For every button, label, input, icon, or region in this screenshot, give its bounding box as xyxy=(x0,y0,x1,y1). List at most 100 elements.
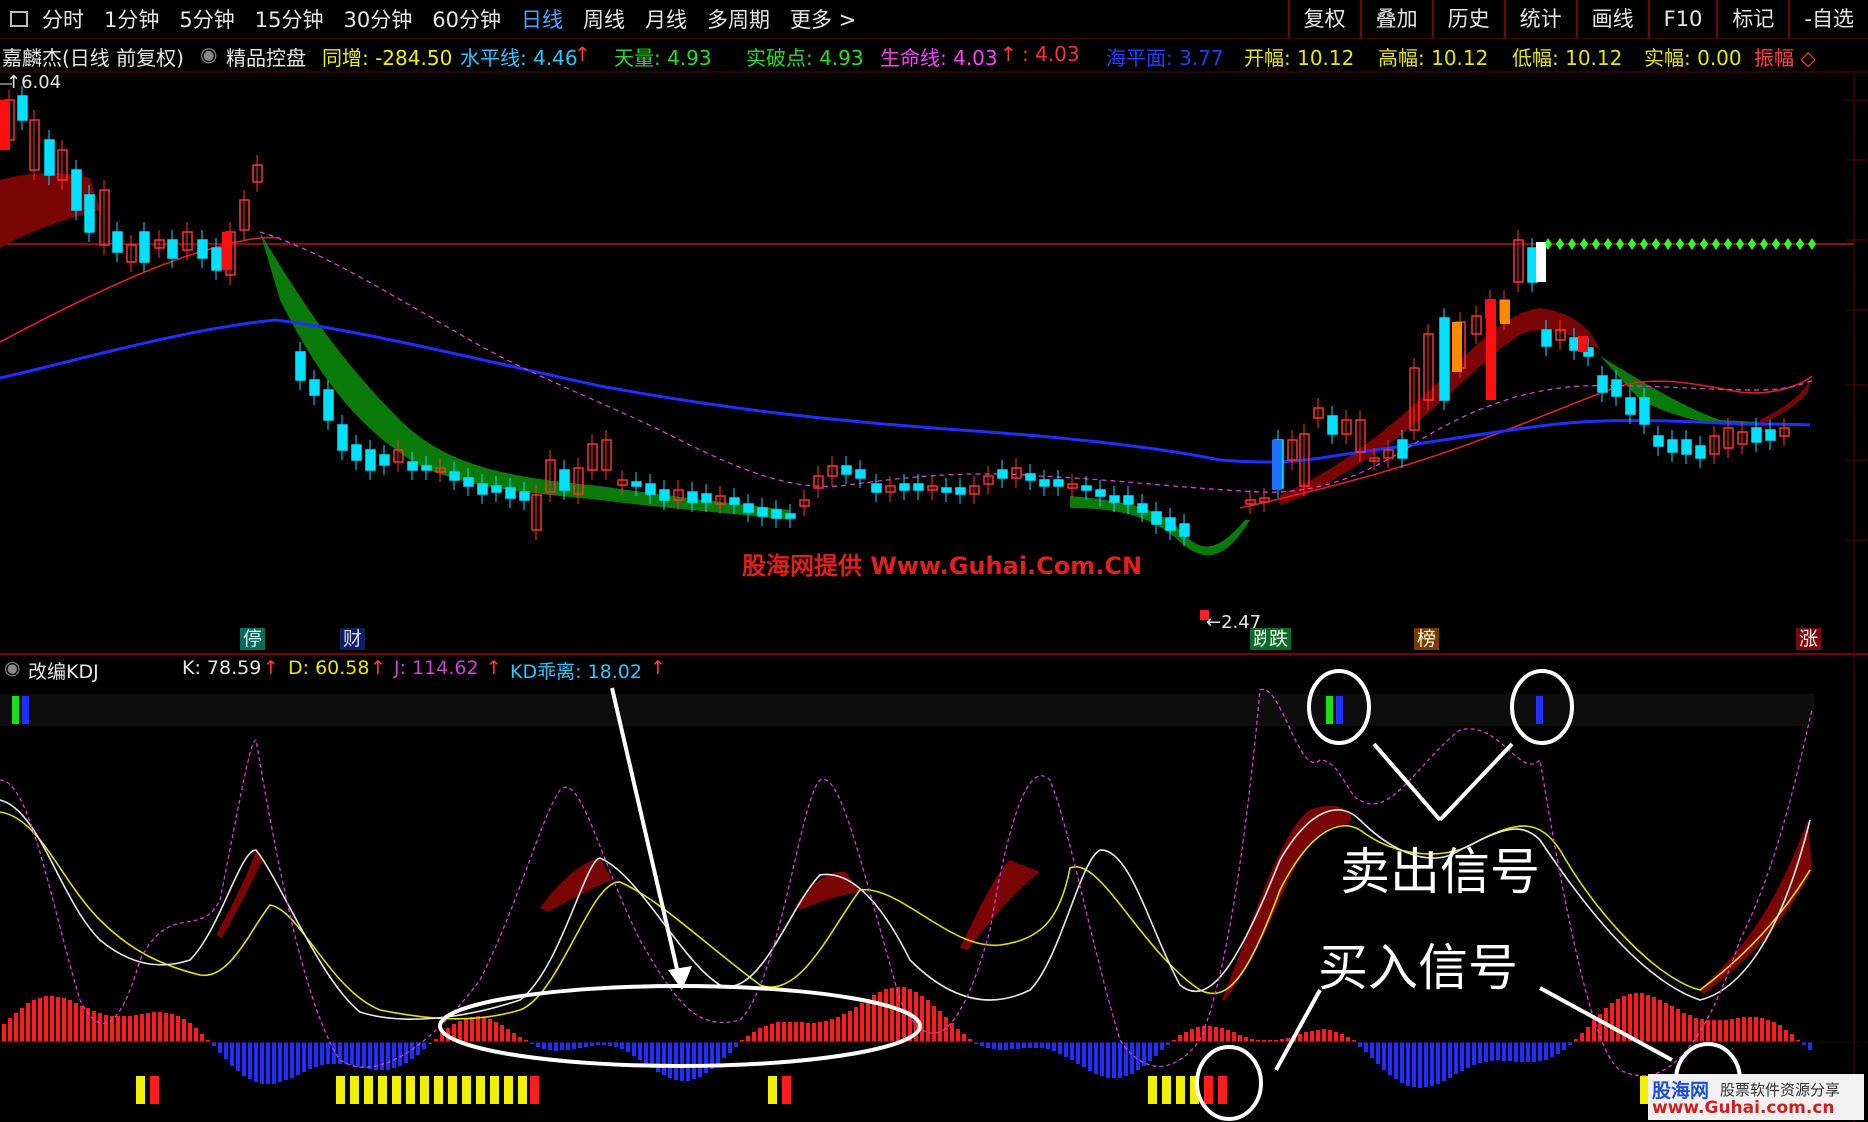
hist-bar-down xyxy=(1472,1042,1476,1065)
candle-body xyxy=(1123,495,1134,505)
hist-bar-down xyxy=(1052,1042,1056,1051)
signal-bar xyxy=(476,1076,485,1104)
hist-bar-up xyxy=(866,999,870,1042)
hist-bar-down xyxy=(1070,1042,1074,1060)
candle-body xyxy=(211,247,222,271)
hist-bar-down xyxy=(326,1042,330,1064)
hist-bar-up xyxy=(752,1032,756,1042)
rising-ribbon xyxy=(1760,380,1810,425)
green-dot xyxy=(1592,238,1600,250)
hist-bar-up xyxy=(1286,1038,1290,1042)
hist-bar-up xyxy=(182,1019,186,1042)
kdj-dropdown-icon[interactable]: ◉ xyxy=(4,657,21,679)
hist-bar-up xyxy=(506,1029,510,1042)
up-arrow-icon: ↑ xyxy=(650,657,666,679)
hist-bar-up xyxy=(1700,1019,1704,1042)
signal-bar xyxy=(392,1076,401,1104)
signal-bar xyxy=(1162,1076,1171,1104)
hist-bar-down xyxy=(1034,1042,1038,1048)
candle-body xyxy=(1095,489,1106,497)
badge-cai[interactable]: 财 xyxy=(340,628,366,650)
hist-bar-up xyxy=(1322,1029,1326,1042)
hist-bar-down xyxy=(1484,1042,1488,1062)
hist-bar-down xyxy=(674,1042,678,1080)
candle-body xyxy=(955,487,966,495)
green-dot xyxy=(1604,238,1612,250)
hist-bar-up xyxy=(1220,1028,1224,1042)
hist-bar-down xyxy=(1112,1042,1116,1078)
candle-body xyxy=(365,449,376,471)
candle-body xyxy=(899,483,910,491)
hist-bar-up xyxy=(482,1017,486,1042)
kdj-kd-value: KD乖离: 18.02 xyxy=(510,661,642,683)
hist-bar-down xyxy=(278,1042,282,1082)
candle-body xyxy=(337,424,348,451)
hist-bar-down xyxy=(1526,1042,1530,1062)
hist-bar-down xyxy=(362,1042,366,1068)
hist-bar-down xyxy=(356,1042,360,1067)
hist-bar-up xyxy=(176,1016,180,1042)
hist-bar-up xyxy=(860,1003,864,1042)
hist-bar-down xyxy=(614,1042,618,1047)
badge-bang[interactable]: 榜 xyxy=(1414,628,1440,650)
hist-bar-up xyxy=(878,992,882,1042)
badge-die-2[interactable]: 跌 xyxy=(1266,628,1292,650)
candle-body xyxy=(645,483,656,495)
kdj-fill xyxy=(1700,820,1812,994)
hist-bar-up xyxy=(116,1016,120,1042)
hist-bar-down xyxy=(296,1042,300,1075)
hist-bar-down xyxy=(644,1042,648,1064)
badge-zhang[interactable]: 涨 xyxy=(1796,628,1822,650)
kdj-k-value: K: 78.59 xyxy=(182,657,262,679)
hist-bar-down xyxy=(584,1042,588,1047)
hist-bar-down xyxy=(1466,1042,1470,1068)
hist-bar-up xyxy=(1592,1020,1596,1042)
hist-bar-down xyxy=(1040,1042,1044,1048)
kdj-name[interactable]: 改编KDJ xyxy=(28,657,99,684)
hist-bar-up xyxy=(1178,1035,1182,1042)
hist-bar-down xyxy=(716,1042,720,1064)
candle-body xyxy=(871,483,882,493)
candle-body xyxy=(309,379,320,396)
hist-bar-up xyxy=(494,1022,498,1042)
signal-bar xyxy=(530,1076,539,1104)
candle-body xyxy=(505,487,516,499)
hist-bar-down xyxy=(1424,1042,1428,1087)
guhai-logo: 股海网 股票软件资源分享 www.Guhai.com.cn xyxy=(1648,1074,1864,1120)
ma-red xyxy=(1239,375,1813,509)
hist-bar-down xyxy=(1478,1042,1482,1063)
hist-bar-down xyxy=(1406,1042,1410,1086)
candle-body xyxy=(1639,397,1650,425)
hist-bar-down xyxy=(1508,1042,1512,1061)
hist-bar-up xyxy=(830,1019,834,1042)
candle-body xyxy=(1611,379,1622,397)
hist-bar-down xyxy=(332,1042,336,1064)
hist-bar-down xyxy=(1058,1042,1062,1054)
badge-ting[interactable]: 停 xyxy=(240,628,266,650)
candle-body xyxy=(1439,317,1450,401)
hist-bar-down xyxy=(272,1042,276,1084)
hist-bar-up xyxy=(50,996,54,1042)
candle-body xyxy=(1039,479,1050,487)
hist-bar-down xyxy=(1442,1042,1446,1081)
hist-bar-down xyxy=(1160,1042,1164,1050)
green-dot xyxy=(1580,238,1588,250)
candle-body xyxy=(463,477,474,487)
hist-bar-up xyxy=(788,1022,792,1042)
hist-bar-down xyxy=(1100,1042,1104,1076)
kdj-histogram xyxy=(2,987,1812,1104)
candle-body xyxy=(1137,503,1148,513)
watermark-text: 股海网提供 Www.Guhai.Com.CN xyxy=(742,552,1143,580)
hist-bar-down xyxy=(1562,1042,1566,1050)
hist-bar-down xyxy=(230,1042,234,1066)
hist-bar-down xyxy=(1088,1042,1092,1071)
hist-bar-down xyxy=(998,1042,1002,1050)
candle-body xyxy=(84,194,95,233)
hist-bar-down xyxy=(590,1042,594,1046)
green-dot xyxy=(1652,238,1660,250)
hist-bar-up xyxy=(74,1003,78,1042)
hist-bar-up xyxy=(1736,1018,1740,1042)
hist-bar-up xyxy=(1214,1027,1218,1042)
hist-bar-down xyxy=(1016,1042,1020,1049)
candle-body xyxy=(771,509,782,519)
